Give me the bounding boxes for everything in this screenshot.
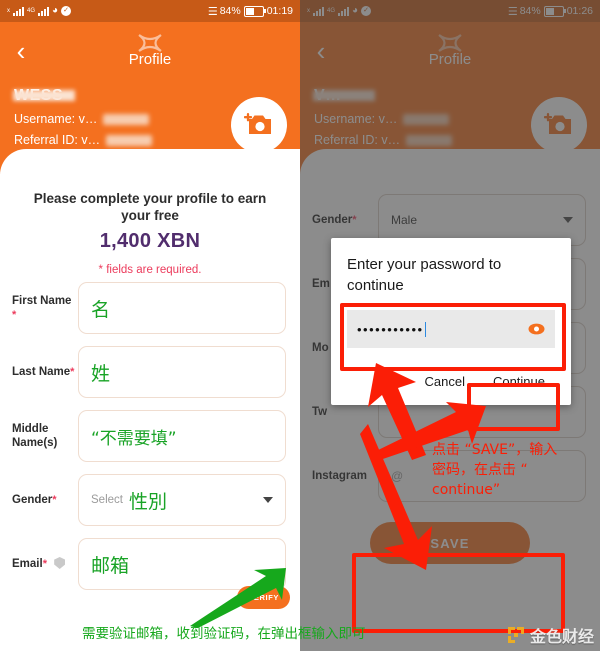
field-middle-name: Middle Name(s) “不需要填”	[0, 404, 300, 468]
profile-card-left: WESS Username: v… Referral ID: v…	[0, 79, 300, 175]
butterfly-x-logo-icon	[138, 34, 162, 52]
field-first-name: First Name * 名	[0, 276, 300, 340]
required-star: *	[12, 309, 17, 321]
field-label-middle-name: Middle Name(s)	[12, 423, 58, 449]
field-label-last-name: Last Name*	[12, 366, 75, 378]
watermark: 金色财经	[507, 623, 594, 647]
profile-referral-left: Referral ID: v…	[14, 133, 152, 147]
required-note: * fields are required.	[98, 264, 202, 276]
verified-shield-icon	[54, 557, 66, 569]
sim2-label: 4G	[27, 8, 36, 14]
page-title-left: Profile	[128, 51, 172, 68]
gender-select[interactable]: Select 性別	[78, 474, 286, 526]
screenshot-stage: x 4G ◕ ✓ ☰ 84% 01:19 ‹ Profile Username:…	[0, 0, 600, 651]
password-dialog-title: Enter your password to continue	[347, 256, 502, 294]
add-photo-camera-icon	[244, 113, 271, 134]
promo-headline: Please complete your profile to earn you…	[33, 191, 267, 223]
promo-amount: 1,400 XBN	[99, 230, 201, 252]
jinse-finance-logo-icon	[507, 627, 524, 643]
back-button-left[interactable]: ‹	[10, 38, 32, 64]
annotation-red-line3: continue”	[432, 482, 501, 498]
battery-percent-left: 84%	[219, 5, 241, 17]
field-last-name: Last Name* 姓	[0, 340, 300, 404]
annotation-last-name: 姓	[91, 362, 111, 385]
vibrate-icon: ☰	[207, 5, 218, 18]
app-bar-center-left: Profile	[0, 33, 300, 68]
promo-block: Please complete your profile to earn you…	[0, 174, 300, 276]
profile-card-text-left: WESS Username: v… Referral ID: v…	[13, 87, 152, 147]
required-star: *	[42, 558, 47, 570]
redaction-blur	[102, 114, 149, 125]
status-icons-left: x 4G ◕ ✓	[7, 5, 72, 16]
redaction-blur	[105, 135, 152, 146]
card-curve	[0, 149, 300, 175]
annotation-green-note: 需要验证邮箱，收到验证码，在弹出框输入即可	[82, 626, 366, 642]
middle-name-input[interactable]: “不需要填”	[78, 410, 286, 462]
profile-form-left: Please complete your profile to earn you…	[0, 174, 300, 600]
clock-left: 01:19	[266, 5, 293, 17]
annotation-gender: 性別	[128, 490, 167, 513]
first-name-input[interactable]: 名	[78, 282, 286, 334]
profile-username-left: Username: v…	[14, 112, 152, 126]
annotation-red-note: 点击 “SAVE”，输入 密码，在点击 “ continue”	[432, 440, 597, 500]
left-phone-screen: x 4G ◕ ✓ ☰ 84% 01:19 ‹ Profile Username:…	[0, 0, 300, 651]
signal-bars-sim1-icon	[13, 6, 24, 16]
field-label-first-name: First Name *	[12, 295, 72, 321]
watermark-text: 金色财经	[529, 627, 594, 646]
status-icons-right: ☰ 84% 01:19	[208, 5, 293, 18]
signal-bars-sim2-icon	[38, 6, 50, 16]
shield-icon: ✓	[61, 6, 72, 16]
status-bar-left: x 4G ◕ ✓ ☰ 84% 01:19	[0, 0, 300, 22]
field-label-gender: Gender*	[12, 494, 57, 506]
field-label-email: Email*	[12, 557, 78, 571]
required-star: *	[52, 494, 57, 506]
field-gender: Gender* Select 性別	[0, 468, 300, 532]
wifi-icon: ◕	[52, 5, 59, 16]
chevron-down-icon	[263, 497, 273, 503]
annotation-first-name: 名	[91, 298, 111, 321]
profile-display-name-left: WESS	[13, 87, 152, 105]
green-arrow-to-verify-icon	[190, 568, 286, 628]
annotation-email: 邮箱	[91, 554, 130, 577]
annotation-red-line2: 密码，在点击 “	[432, 462, 528, 478]
app-bar-left: ‹ Profile	[0, 22, 300, 79]
gender-placeholder: Select	[91, 494, 123, 506]
add-photo-camera-button-left[interactable]	[231, 97, 287, 153]
sim1-label: x	[7, 8, 10, 14]
battery-icon	[243, 5, 266, 17]
annotation-middle-name: “不需要填”	[91, 428, 177, 449]
required-star: *	[70, 366, 75, 378]
annotation-red-line1: 点击 “SAVE”，输入	[432, 442, 558, 458]
redaction-blur	[13, 90, 75, 101]
last-name-input[interactable]: 姓	[78, 346, 286, 398]
